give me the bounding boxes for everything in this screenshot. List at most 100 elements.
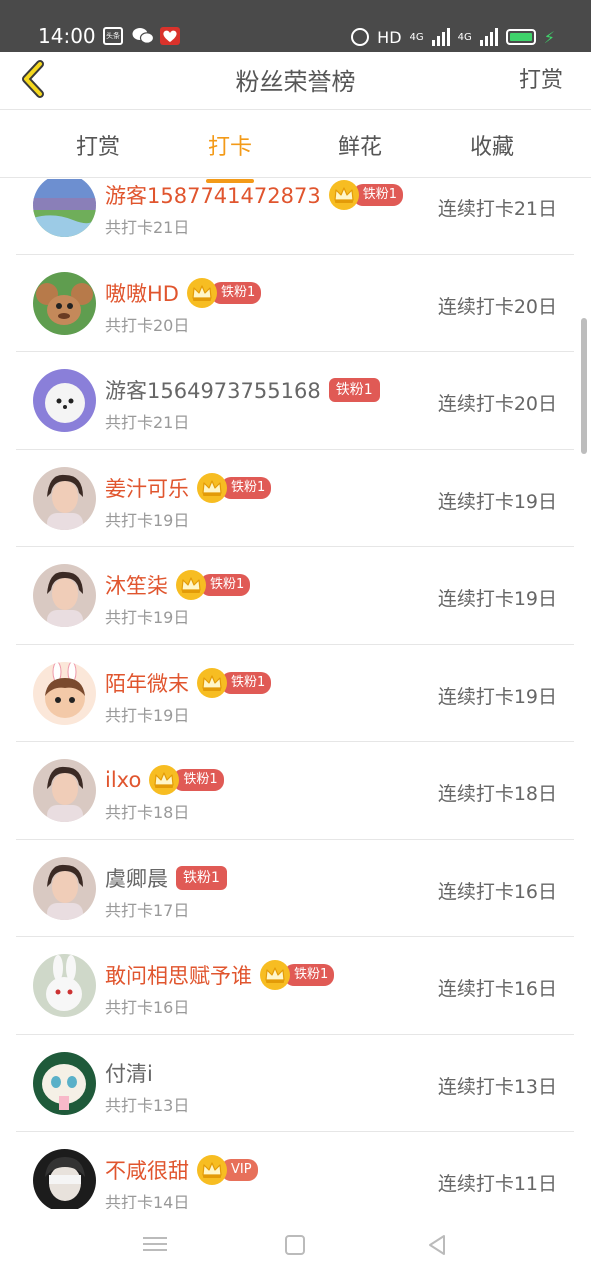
total-checkins: 共打卡19日 [105, 705, 190, 725]
signal-icon-2 [479, 28, 498, 46]
total-checkins: 共打卡16日 [105, 998, 190, 1017]
fan-level-badge: 铁粉1 [200, 574, 251, 596]
user-name: 虞卿晨 [105, 866, 168, 891]
list-item[interactable]: 不咸很甜 VIP 共打卡14日 连续打卡11日 [16, 1132, 574, 1209]
status-indicators: HD 4G 4G ⚡ [351, 24, 555, 50]
avatar[interactable] [33, 271, 96, 335]
scrollbar[interactable] [581, 318, 587, 454]
crown-icon [197, 667, 227, 698]
checkin-ranking-list[interactable]: 游客1587741472873 铁粉1 共打卡21日 连续打卡21日 嗷嗷HD 铁粉1 共打… [16, 179, 574, 1209]
user-name: 姜汁可乐 [105, 476, 189, 501]
fan-level-badge: 铁粉1 [221, 671, 272, 694]
list-item[interactable]: 姜汁可乐 铁粉1 共打卡19日 连续打卡19日 [16, 450, 574, 547]
avatar[interactable] [33, 1051, 96, 1115]
reward-button[interactable]: 打赏 [519, 62, 563, 94]
name-line: 付清i [105, 1058, 153, 1088]
crown-icon [260, 960, 290, 990]
consecutive-checkins: 连续打卡16日 [437, 880, 557, 903]
hd-label: HD [377, 27, 402, 47]
tab-favorites[interactable]: 收藏 [442, 129, 542, 161]
name-line: 嗷嗷HD 铁粉1 [105, 277, 262, 308]
list-item[interactable]: 嗷嗷HD 铁粉1 共打卡20日 连续打卡20日 [16, 255, 574, 352]
crown-icon [328, 180, 359, 210]
crown-icon [197, 1155, 227, 1185]
crown-icon [197, 472, 227, 503]
total-checkins: 共打卡20日 [105, 315, 190, 335]
name-line: 敢问相思赋予谁 铁粉1 [105, 960, 335, 990]
total-checkins: 共打卡19日 [105, 510, 190, 530]
battery-icon [505, 29, 536, 45]
list-item[interactable]: 敢问相思赋予谁 铁粉1 共打卡16日 连续打卡16日 [16, 937, 574, 1035]
name-line: 游客1587741472873 铁粉1 [105, 180, 403, 210]
consecutive-checkins: 连续打卡21日 [437, 198, 557, 220]
tab-flowers[interactable]: 鲜花 [310, 129, 410, 161]
list-item[interactable]: 付清i 共打卡13日 连续打卡13日 [16, 1035, 574, 1132]
fan-level-badge: 铁粉1 [173, 769, 224, 791]
total-checkins: 共打卡17日 [105, 900, 190, 920]
fan-level-badge: 铁粉1 [284, 964, 335, 986]
home-icon[interactable] [285, 1235, 305, 1255]
avatar[interactable] [33, 759, 96, 822]
name-line: 游客1564973755168 铁粉1 [105, 375, 380, 405]
tab-reward[interactable]: 打赏 [48, 129, 148, 161]
consecutive-checkins: 连续打卡19日 [437, 490, 557, 513]
list-item[interactable]: 游客1587741472873 铁粉1 共打卡21日 连续打卡21日 [16, 179, 574, 255]
menu-icon[interactable] [143, 1233, 167, 1257]
name-line: 姜汁可乐 铁粉1 [105, 472, 272, 503]
consecutive-checkins: 连续打卡11日 [437, 1173, 557, 1195]
consecutive-checkins: 连续打卡16日 [437, 978, 557, 1000]
signal-icon [431, 28, 450, 46]
user-name: 游客1564973755168 [105, 379, 321, 403]
avatar[interactable] [33, 1149, 96, 1209]
status-bar: 14:00 头条 HD 4G 4G ⚡ [0, 0, 591, 52]
name-line: 沐笙柒 铁粉1 [105, 570, 251, 600]
total-checkins: 共打卡21日 [105, 413, 190, 432]
user-name: 付清i [105, 1061, 153, 1086]
avatar[interactable] [33, 179, 96, 237]
list-item[interactable]: ilxo 铁粉1 共打卡18日 连续打卡18日 [16, 742, 574, 840]
network-4g-label-2: 4G [457, 31, 472, 43]
toutiao-icon: 头条 [103, 27, 123, 45]
app-header: 粉丝荣誉榜 打赏 [0, 52, 591, 110]
list-item[interactable]: 陌年微末 铁粉1 共打卡19日 连续打卡19日 [16, 645, 574, 742]
consecutive-checkins: 连续打卡18日 [437, 783, 557, 805]
fan-level-badge: 铁粉1 [328, 378, 380, 402]
tab-checkin[interactable]: 打卡 [180, 129, 280, 183]
list-item[interactable]: 游客1564973755168 铁粉1 共打卡21日 连续打卡20日 [16, 352, 574, 450]
avatar[interactable] [33, 466, 96, 530]
total-checkins: 共打卡21日 [105, 218, 190, 237]
crown-icon [176, 570, 206, 600]
page-title: 粉丝荣誉榜 [235, 68, 356, 96]
system-nav-bar [0, 1209, 591, 1280]
charging-icon: ⚡ [543, 27, 555, 47]
total-checkins: 共打卡14日 [105, 1193, 190, 1209]
user-name: 沐笙柒 [105, 574, 168, 598]
tab-bar: 打赏 打卡 鲜花 收藏 [0, 111, 591, 183]
list-item[interactable]: 虞卿晨 铁粉1 共打卡17日 连续打卡16日 [16, 840, 574, 937]
user-name: ilxo [105, 768, 142, 792]
fan-level-badge: 铁粉1 [352, 184, 403, 206]
user-name: 不咸很甜 [105, 1159, 189, 1183]
list-item[interactable]: 沐笙柒 铁粉1 共打卡19日 连续打卡19日 [16, 547, 574, 645]
avatar[interactable] [33, 369, 96, 432]
avatar[interactable] [33, 954, 96, 1017]
user-name: 嗷嗷HD [105, 281, 179, 306]
total-checkins: 共打卡18日 [105, 803, 190, 822]
name-line: 不咸很甜 VIP [105, 1155, 258, 1185]
back-icon[interactable] [425, 1233, 449, 1257]
name-line: 陌年微末 铁粉1 [105, 667, 272, 698]
user-name: 游客1587741472873 [105, 184, 321, 208]
avatar[interactable] [33, 661, 96, 725]
user-name: 陌年微末 [105, 671, 189, 696]
crown-icon [149, 765, 180, 795]
avatar[interactable] [33, 564, 96, 627]
user-name: 敢问相思赋予谁 [105, 964, 252, 988]
crown-icon [186, 277, 217, 308]
consecutive-checkins: 连续打卡20日 [437, 393, 557, 415]
consecutive-checkins: 连续打卡13日 [437, 1075, 557, 1098]
app-icon [160, 27, 180, 45]
avatar[interactable] [33, 856, 96, 920]
name-line: 虞卿晨 铁粉1 [105, 863, 227, 893]
name-line: ilxo 铁粉1 [105, 765, 224, 795]
alarm-icon [351, 28, 370, 46]
